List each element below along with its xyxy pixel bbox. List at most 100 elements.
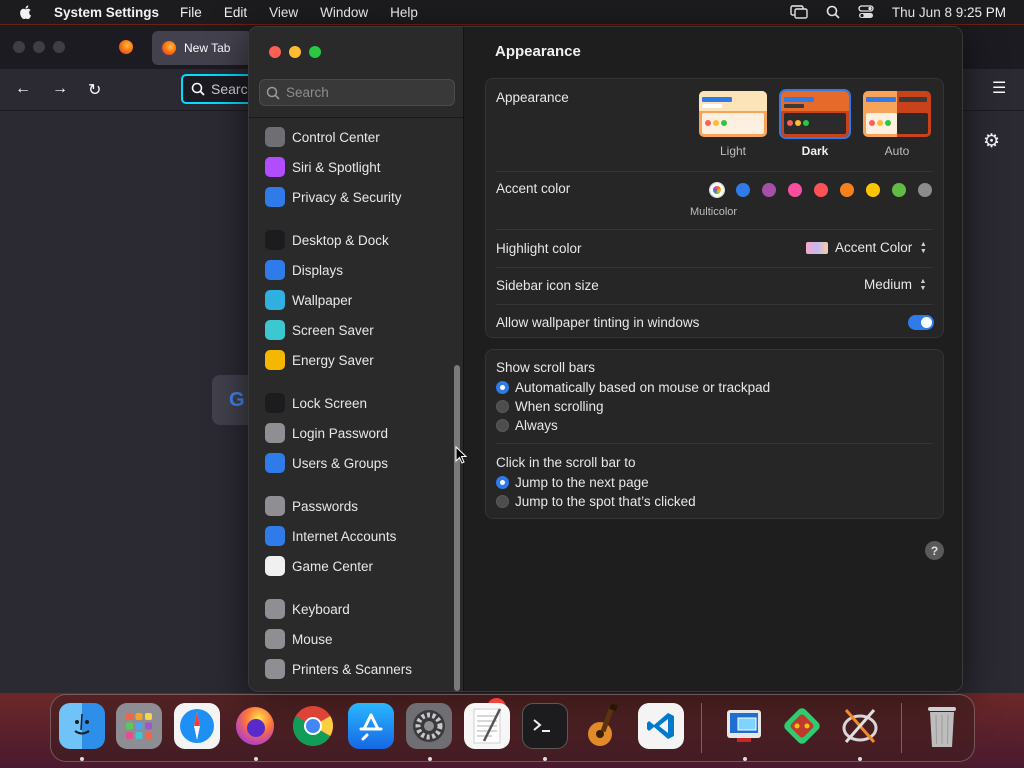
accent-swatch[interactable] [918, 183, 932, 197]
sidebar-divider [249, 117, 463, 118]
sidebar-item-energy-saver[interactable]: Energy Saver [265, 348, 374, 372]
terminal-icon[interactable] [522, 703, 568, 749]
login-password-icon [265, 423, 285, 443]
scroll-bars-option-when-scrolling[interactable]: When scrolling [496, 399, 604, 414]
sidebar-item-label: Desktop & Dock [292, 232, 389, 248]
textedit-icon[interactable] [464, 703, 510, 749]
radio-button-selected[interactable] [496, 476, 509, 489]
accent-swatch[interactable] [788, 183, 802, 197]
click-scroll-option-spot-clicked[interactable]: Jump to the spot that’s clicked [496, 494, 696, 509]
app-store-icon[interactable] [348, 703, 394, 749]
app-name-menu[interactable]: System Settings [54, 5, 159, 20]
browser-zoom-button[interactable] [53, 41, 65, 53]
accent-swatch[interactable] [814, 183, 828, 197]
displays-icon [265, 260, 285, 280]
xcode-tools-icon[interactable] [837, 703, 883, 749]
sidebar-scrollbar[interactable] [454, 365, 460, 691]
sidebar-item-internet-accounts[interactable]: Internet Accounts [265, 524, 396, 548]
forward-arrow-icon[interactable]: → [52, 80, 68, 98]
minimize-button[interactable] [289, 46, 301, 58]
sidebar-item-displays[interactable]: Displays [265, 258, 343, 282]
launchpad-icon[interactable] [116, 703, 162, 749]
sidebar-item-control-center[interactable]: Control Center [265, 125, 380, 149]
safari-icon[interactable] [174, 703, 220, 749]
control-center-menu-icon[interactable] [858, 5, 874, 19]
wallpaper-tinting-toggle[interactable] [908, 315, 934, 330]
search-placeholder: Search [286, 85, 329, 100]
appearance-option-label-light: Light [719, 144, 747, 158]
accent-swatch-multicolor[interactable] [710, 183, 724, 197]
zoom-button[interactable] [309, 46, 321, 58]
trash-icon[interactable] [919, 703, 965, 749]
radio-button[interactable] [496, 400, 509, 413]
sidebar-icon-size-label: Sidebar icon size [496, 278, 599, 293]
radio-button-selected[interactable] [496, 381, 509, 394]
sidebar-item-game-center[interactable]: Game Center [265, 554, 373, 578]
spotlight-search-icon[interactable] [826, 5, 840, 19]
running-indicator [80, 757, 84, 761]
sidebar-search-field[interactable]: Search [259, 79, 455, 106]
sidebar-item-siri-spotlight[interactable]: Siri & Spotlight [265, 155, 381, 179]
gear-icon[interactable]: ⚙ [983, 130, 1000, 153]
browser-minimize-button[interactable] [33, 41, 45, 53]
accent-swatch[interactable] [866, 183, 880, 197]
sidebar-item-printers-scanners[interactable]: Printers & Scanners [265, 657, 412, 681]
sidebar-item-privacy-security[interactable]: Privacy & Security [265, 185, 402, 209]
appearance-option-auto[interactable] [863, 91, 931, 137]
chrome-icon[interactable] [290, 703, 336, 749]
vscode-icon[interactable] [638, 703, 684, 749]
menubar-clock[interactable]: Thu Jun 8 9:25 PM [892, 5, 1006, 20]
firefox-pinned-tab-icon[interactable] [119, 40, 133, 54]
sidebar-item-passwords[interactable]: Passwords [265, 494, 358, 518]
radio-button[interactable] [496, 495, 509, 508]
sidebar-item-users-groups[interactable]: Users & Groups [265, 451, 388, 475]
game-app-icon[interactable] [779, 703, 825, 749]
row-divider [496, 267, 933, 268]
accent-swatch[interactable] [840, 183, 854, 197]
sidebar-item-wallpaper[interactable]: Wallpaper [265, 288, 352, 312]
sidebar-item-login-password[interactable]: Login Password [265, 421, 388, 445]
highlight-color-popup[interactable]: Accent Color ▲ ▼ [806, 240, 928, 255]
scroll-bars-option-automatic[interactable]: Automatically based on mouse or trackpad [496, 380, 770, 395]
click-scroll-option-next-page[interactable]: Jump to the next page [496, 475, 649, 490]
accent-swatch[interactable] [892, 183, 906, 197]
system-settings-icon[interactable] [406, 703, 452, 749]
menu-edit[interactable]: Edit [224, 5, 247, 20]
menu-view[interactable]: View [269, 5, 298, 20]
firefox-icon[interactable] [232, 703, 278, 749]
accent-swatch[interactable] [736, 183, 750, 197]
hamburger-menu-icon[interactable]: ☰ [992, 78, 1006, 98]
back-arrow-icon[interactable]: ← [15, 80, 31, 98]
radio-button[interactable] [496, 419, 509, 432]
sidebar-icon-size-popup[interactable]: Medium ▲ ▼ [864, 277, 928, 292]
sidebar-item-label: Lock Screen [292, 395, 368, 411]
sidebar-item-screen-saver[interactable]: Screen Saver [265, 318, 374, 342]
internet-accounts-icon [265, 526, 285, 546]
screen-mirroring-icon[interactable] [790, 5, 808, 19]
menu-file[interactable]: File [180, 5, 202, 20]
apple-menu-icon[interactable] [18, 4, 34, 20]
sidebar-item-mouse[interactable]: Mouse [265, 627, 333, 651]
reload-icon[interactable]: ↻ [88, 80, 101, 100]
garageband-icon[interactable] [580, 703, 626, 749]
appearance-option-light[interactable] [699, 91, 767, 137]
appearance-option-dark[interactable] [779, 89, 851, 139]
help-button[interactable]: ? [925, 541, 944, 560]
menu-help[interactable]: Help [390, 5, 418, 20]
close-button[interactable] [269, 46, 281, 58]
radio-label: Always [515, 418, 558, 433]
sidebar-item-label: Passwords [292, 498, 359, 514]
dock-separator [701, 703, 702, 753]
accent-swatch[interactable] [762, 183, 776, 197]
browser-close-button[interactable] [13, 41, 25, 53]
finder-icon[interactable] [59, 703, 105, 749]
sidebar-item-lock-screen[interactable]: Lock Screen [265, 391, 367, 415]
accent-color-caption: Multicolor [690, 206, 738, 218]
dock: 1 [50, 694, 975, 762]
remote-desktop-icon[interactable] [721, 703, 767, 749]
scroll-bars-option-always[interactable]: Always [496, 418, 558, 433]
menu-window[interactable]: Window [320, 5, 368, 20]
sidebar-item-desktop-dock[interactable]: Desktop & Dock [265, 228, 389, 252]
sidebar-item-keyboard[interactable]: Keyboard [265, 597, 350, 621]
browser-tab-new-tab[interactable]: New Tab [152, 31, 252, 65]
